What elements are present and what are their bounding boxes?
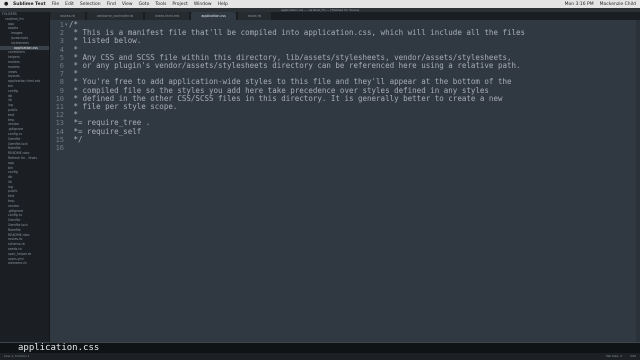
line-number: 13	[55, 119, 64, 128]
tab-index-html[interactable]: index.html.erb	[145, 12, 190, 20]
menubar-user[interactable]: Mackenzie Child	[600, 2, 636, 7]
line-number: 1	[59, 21, 64, 29]
code-editor[interactable]: 1 2 3 4 5 6 7 8 9 10 11 12 13 14 15 16 /* * This is a m…	[50, 20, 640, 342]
editor-scrollbar[interactable]	[636, 20, 640, 342]
line-number: 14	[55, 127, 64, 136]
line-number: 2	[59, 29, 64, 38]
sidebar-item[interactable]: welcome.rb	[0, 261, 49, 266]
status-bar: Line 1, Column 1 Tab Size: 2 CSS	[0, 353, 640, 360]
code-line[interactable]: * or any plugin's vendor/assets/styleshe…	[69, 61, 521, 70]
sidebar-file-tree: FOLDERS cardinal_fm app assets images javascr…	[0, 12, 50, 349]
line-number: 16	[55, 144, 64, 152]
menu-tools[interactable]: Tools	[155, 2, 166, 7]
line-number: 8	[59, 78, 64, 87]
tab-welcome-controller[interactable]: welcome_controller.rb	[86, 12, 144, 20]
menu-app-name[interactable]: Sublime Text	[13, 2, 46, 7]
line-number: 9	[59, 86, 64, 95]
code-line[interactable]: * file per style scope.	[69, 102, 178, 111]
tab-route[interactable]: route.rb	[237, 12, 272, 20]
tab-bar: routes.rb welcome_controller.rb index.ht…	[50, 12, 640, 20]
line-number: 12	[55, 111, 64, 120]
line-number: 6	[59, 62, 64, 70]
apple-icon[interactable]: ●	[4, 1, 9, 7]
menu-help[interactable]: Help	[218, 2, 228, 7]
menu-selection[interactable]: Selection	[80, 2, 101, 7]
menubar-clock: Mon 3:16 PM	[564, 1, 594, 7]
line-number: 4	[59, 45, 64, 54]
menu-find[interactable]: Find	[107, 2, 116, 7]
fold-arrow-icon[interactable]: ▾	[65, 22, 68, 28]
line-number: 10	[55, 94, 64, 103]
goto-anything-bar[interactable]: application.css	[0, 342, 640, 353]
line-number-gutter: 1 2 3 4 5 6 7 8 9 10 11 12 13 14 15 16	[50, 20, 64, 342]
goto-input[interactable]: application.css	[18, 344, 99, 353]
syntax-indicator[interactable]: CSS	[630, 353, 636, 360]
menu-project[interactable]: Project	[172, 2, 187, 7]
menu-view[interactable]: View	[122, 2, 133, 7]
line-number: 11	[55, 103, 64, 111]
line-number: 7	[59, 70, 64, 79]
menu-edit[interactable]: Edit	[65, 2, 74, 7]
tab-application-css[interactable]: application.css	[191, 12, 236, 20]
menu-window[interactable]: Window	[194, 2, 212, 7]
code-line[interactable]: * listed below.	[69, 37, 142, 45]
menu-bar: ● Sublime Text File Edit Selection Find …	[0, 0, 640, 8]
menu-file[interactable]: File	[52, 2, 60, 7]
tab-routes[interactable]: routes.rb	[50, 12, 85, 20]
line-number: 3	[59, 37, 64, 46]
line-number: 15	[55, 135, 64, 144]
menu-goto[interactable]: Goto	[139, 2, 150, 7]
cursor-position: Line 1, Column 1	[4, 354, 30, 358]
code-line[interactable]: */	[69, 135, 83, 144]
line-number: 5	[59, 53, 64, 62]
tab-size-indicator[interactable]: Tab Size: 2	[606, 353, 622, 360]
